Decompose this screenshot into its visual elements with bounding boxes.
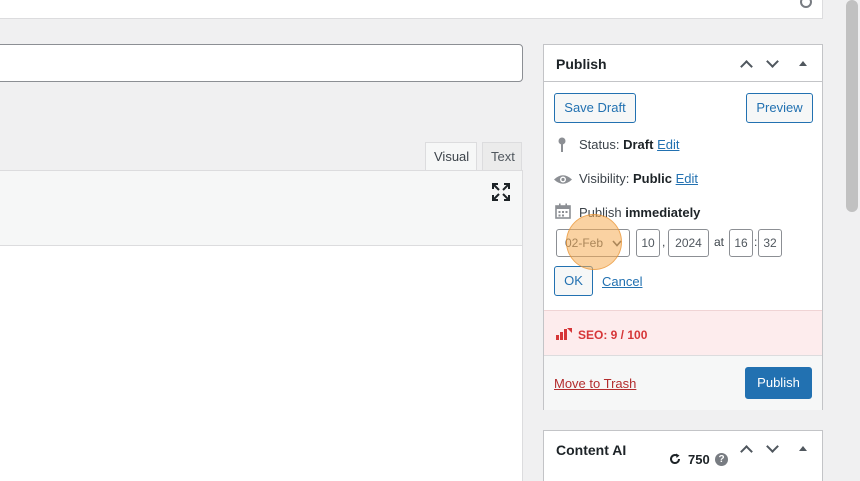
move-to-trash-link[interactable]: Move to Trash bbox=[554, 376, 636, 391]
date-separator: , bbox=[662, 235, 666, 249]
hour-input[interactable]: 16 bbox=[729, 229, 753, 257]
save-draft-button[interactable]: Save Draft bbox=[554, 93, 636, 123]
publish-header: Publish bbox=[544, 45, 822, 82]
pin-icon bbox=[558, 137, 566, 152]
fullscreen-icon[interactable] bbox=[492, 183, 510, 201]
seo-score: SEO: 9 / 100 bbox=[578, 328, 648, 342]
rank-math-icon bbox=[556, 328, 572, 340]
scrollbar-thumb[interactable] bbox=[846, 0, 858, 212]
publish-footer: Move to Trash Publish bbox=[544, 356, 822, 410]
triangle-up-icon bbox=[799, 446, 807, 451]
publish-label: Publish bbox=[579, 205, 622, 220]
tab-text[interactable]: Text bbox=[482, 142, 522, 171]
move-up-button[interactable] bbox=[737, 54, 757, 74]
content-ai-move-down-button[interactable] bbox=[763, 439, 783, 459]
status-label: Status: bbox=[579, 137, 620, 152]
content-ai-move-up-button[interactable] bbox=[737, 439, 757, 459]
minute-input[interactable]: 32 bbox=[758, 229, 782, 257]
status-row: Status: Draft Edit bbox=[579, 137, 679, 152]
refresh-icon[interactable] bbox=[669, 453, 681, 465]
visibility-label: Visibility: bbox=[579, 171, 630, 186]
chevron-up-icon bbox=[740, 60, 753, 73]
publish-box: Publish Save Draft Preview Status: Draft… bbox=[543, 44, 823, 410]
seo-score-section[interactable]: SEO: 9 / 100 bbox=[544, 310, 822, 356]
top-bar bbox=[0, 0, 823, 19]
post-title-input[interactable] bbox=[0, 44, 523, 82]
calendar-icon bbox=[555, 203, 571, 219]
content-ai-box: Content AI 750 ? bbox=[543, 430, 823, 481]
content-ai-toggle-button[interactable] bbox=[794, 439, 814, 459]
tab-visual[interactable]: Visual bbox=[425, 142, 477, 171]
close-circle-icon[interactable] bbox=[800, 0, 812, 8]
status-edit-link[interactable]: Edit bbox=[657, 137, 679, 152]
publish-title: Publish bbox=[556, 56, 607, 72]
content-ai-credits: 750 bbox=[688, 452, 710, 467]
month-select[interactable]: 02-Feb bbox=[556, 229, 630, 257]
status-value: Draft bbox=[623, 137, 654, 152]
at-label: at bbox=[714, 235, 725, 249]
move-down-button[interactable] bbox=[763, 54, 783, 74]
publish-value: immediately bbox=[625, 205, 701, 220]
toggle-panel-button[interactable] bbox=[794, 54, 814, 74]
editor-toolbar bbox=[0, 170, 523, 246]
chevron-down-icon bbox=[766, 440, 779, 453]
year-input[interactable]: 2024 bbox=[668, 229, 709, 257]
visibility-edit-link[interactable]: Edit bbox=[676, 171, 698, 186]
editor-content-area[interactable] bbox=[0, 245, 523, 481]
time-separator: : bbox=[754, 235, 758, 249]
publish-button[interactable]: Publish bbox=[745, 367, 812, 399]
triangle-up-icon bbox=[799, 61, 807, 66]
visibility-value: Public bbox=[632, 171, 672, 186]
month-value: 02-Feb bbox=[565, 236, 604, 250]
help-icon[interactable]: ? bbox=[715, 453, 728, 466]
day-input[interactable]: 10 bbox=[636, 229, 660, 257]
chevron-down-icon bbox=[766, 55, 779, 68]
content-ai-title: Content AI bbox=[556, 442, 627, 458]
visibility-row: Visibility: Public Edit bbox=[579, 171, 698, 186]
cancel-link[interactable]: Cancel bbox=[602, 274, 642, 289]
chevron-up-icon bbox=[740, 445, 753, 458]
eye-icon bbox=[554, 175, 572, 184]
ok-button[interactable]: OK bbox=[554, 266, 593, 296]
publish-date-row: Publish immediately bbox=[579, 205, 700, 220]
chevron-down-icon bbox=[612, 240, 622, 247]
preview-button[interactable]: Preview bbox=[746, 93, 813, 123]
